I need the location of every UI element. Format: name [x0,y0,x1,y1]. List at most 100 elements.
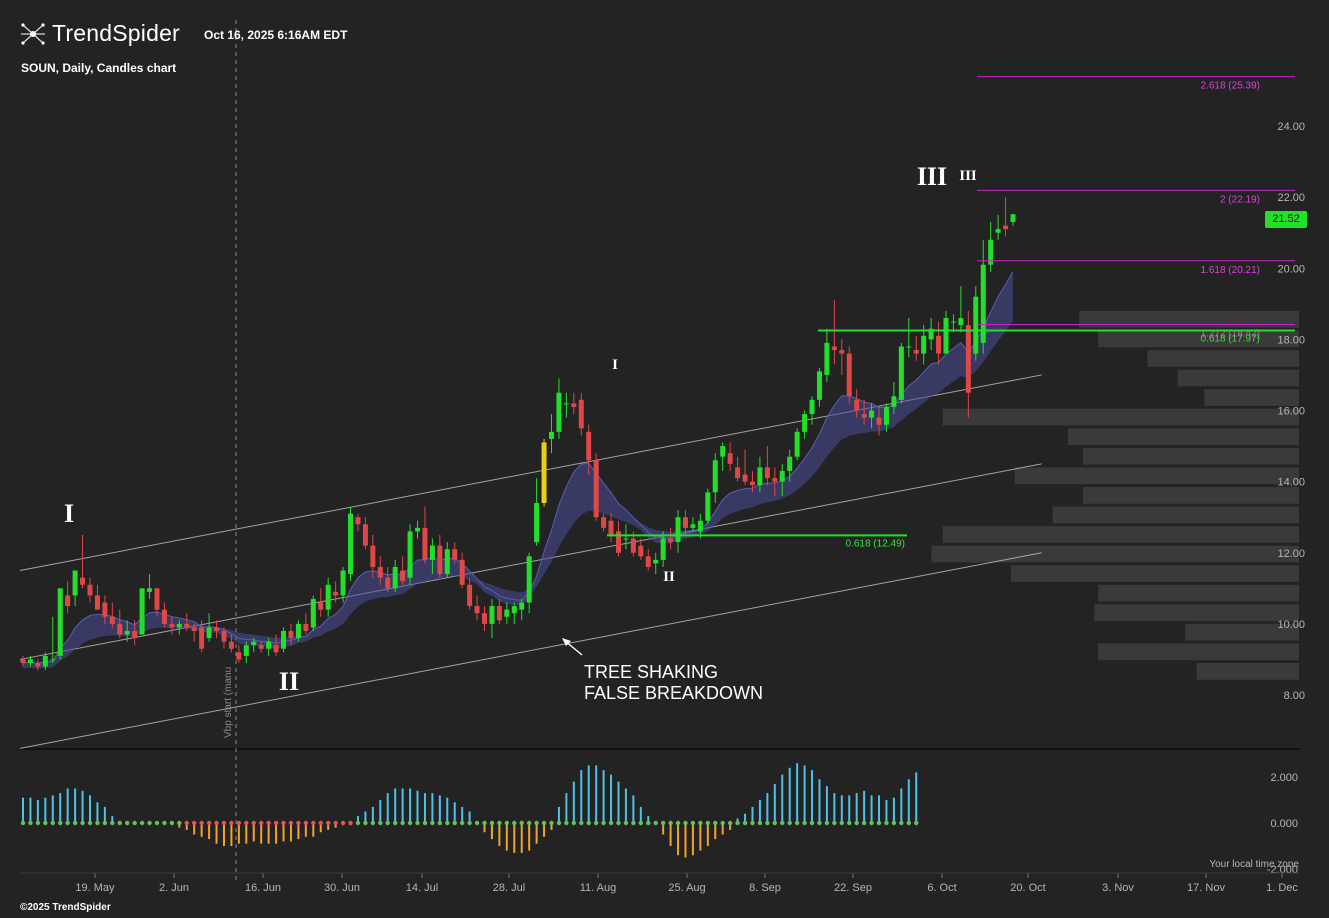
candle-body [258,645,264,649]
candle-body [638,545,644,557]
oscillator-dot [65,820,70,826]
oscillator-dot [445,820,450,826]
candle-body [452,549,458,560]
oscillator-dot [95,820,100,826]
y-tick-label: 18.00 [1277,334,1305,346]
oscillator-dot [817,820,822,826]
candle-body [950,321,956,323]
candle-body [27,659,33,663]
oscillator-dot [407,820,413,826]
oscillator-dot [579,820,584,826]
chart-canvas[interactable]: Vbp start (manu 8.00 10.00 12.00 14.00 16.00 1… [0,0,1329,918]
oscillator-dot [847,820,852,826]
oscillator-dot [884,820,889,826]
symbol-title[interactable]: SOUN, Daily, Candles chart [21,61,176,75]
annotation-line: TREE SHAKING [584,662,718,682]
candle-body [124,630,130,635]
oscillator-dot [296,820,301,826]
x-tick-label: 3. Nov [1102,882,1134,894]
oscillator-dot [117,820,122,826]
osc-y-tick-label: 0.000 [1270,818,1298,830]
oscillator-dot [318,820,323,826]
x-tick-label: 17. Nov [1187,882,1225,894]
candle-body [80,577,86,585]
candle-body [437,545,443,575]
candle-body [429,545,435,560]
oscillator-dot [459,820,465,826]
candle-body [87,584,93,596]
candle-body [422,527,428,560]
y-tick-label: 16.00 [1277,406,1305,418]
oscillator-dot [28,820,33,826]
oscillator-dot [415,820,420,826]
candle-body [474,606,480,614]
oscillator-dot [258,820,264,826]
oscillator-dot [534,820,539,826]
oscillator-dot [705,820,711,826]
wave-label: I [64,499,74,528]
oscillator-dot [340,820,346,826]
candle-body [236,652,242,660]
volume-profile-bar [1082,486,1299,504]
brand-logo: TrendSpider [20,20,180,47]
oscillator-dot [147,820,152,826]
candle-body [154,588,160,610]
oscillator-dot [750,820,755,826]
x-tick-label: 16. Jun [245,882,281,894]
candle-body [824,342,830,375]
oscillator-dot [214,820,219,826]
oscillator-dot [192,820,197,826]
candle-body [214,627,220,631]
oscillator-dot [392,820,398,826]
candle-body [42,655,48,667]
oscillator-dot [244,820,249,826]
wave-label: III [917,162,947,191]
x-tick-label: 22. Sep [834,882,872,894]
candle-body [199,627,205,649]
candle-body [191,627,197,631]
x-tick-label: 28. Jul [493,882,525,894]
timezone-note: Your local time zone [1209,859,1299,870]
candle-body [325,584,331,610]
candle-body [489,606,495,624]
oscillator-dot [80,820,85,826]
candle-body [333,591,339,596]
candle-body [809,399,815,415]
volume-profile-bar [1052,506,1299,524]
candle-body [831,346,837,351]
candle-body [891,396,897,407]
candle-body [504,609,510,617]
candle-body [228,641,234,649]
oscillator-dot [876,820,882,826]
candle-body [735,467,741,479]
candle-body [482,613,488,624]
candle-body [303,623,309,631]
oscillator-dot [541,820,547,826]
candle-body [176,623,182,628]
oscillator-dot [266,820,271,826]
candle-body [816,371,822,400]
candle-body [727,453,733,464]
candle-body [459,559,465,585]
oscillator-dot [631,820,636,826]
candle-body [593,460,599,518]
oscillator-dot [653,820,658,826]
candle-body [511,606,517,614]
oscillator-dot [720,820,725,826]
oscillator-dot [303,820,309,826]
candle-body [496,606,502,621]
oscillator-dot [169,820,175,826]
candle-body [288,630,294,639]
candle-body [876,417,882,425]
candle-body [392,566,398,589]
candle-body [281,630,287,649]
oscillator-dot [899,820,904,826]
candle-body [943,318,949,354]
candle-body [772,478,778,482]
oscillator-dot [891,820,897,826]
candle-body [690,524,696,528]
oscillator-dot [355,820,361,826]
fib-label: 0.618 (12.49) [846,538,906,549]
oscillator-dot [430,820,435,826]
fib-label: 1.618 (20.21) [1201,265,1261,276]
